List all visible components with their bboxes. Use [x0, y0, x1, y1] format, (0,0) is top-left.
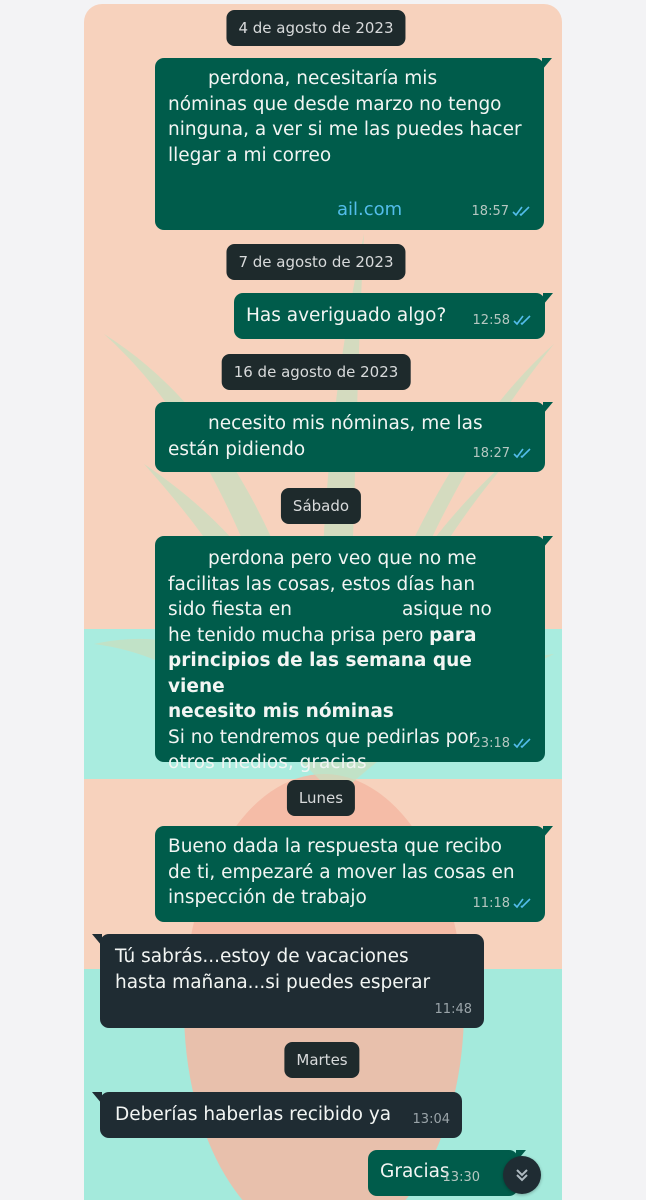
message-bubble-outgoing[interactable]: Bueno dada la respuesta que recibo de ti…: [155, 826, 553, 922]
date-chip: 4 de agosto de 2023: [226, 10, 406, 46]
message-time: 18:27: [473, 441, 533, 467]
message-bubble-outgoing[interactable]: necesito mis nóminas, me las están pidie…: [155, 402, 553, 472]
message-text: Deberías haberlas recibido ya: [115, 1104, 392, 1125]
email-link[interactable]: ail.com: [337, 197, 402, 223]
date-chip: Martes: [284, 1042, 360, 1078]
double-check-icon: [513, 448, 531, 459]
message-bubble-incoming[interactable]: Deberías haberlas recibido ya 13:04: [92, 1092, 462, 1138]
chat-area[interactable]: 4 de agosto de 2023 7 de agosto de 2023 …: [84, 4, 562, 1200]
date-chip: 7 de agosto de 2023: [226, 244, 406, 280]
double-check-icon: [513, 315, 531, 326]
message-time: 13:04: [412, 1111, 450, 1127]
date-chip: Lunes: [286, 780, 356, 816]
double-check-icon: [512, 206, 530, 217]
message-time: 18:57: [472, 199, 532, 225]
message-time: 23:18: [473, 731, 533, 757]
date-chip: Sábado: [280, 488, 362, 524]
message-text: Tú sabrás...estoy de vacaciones hasta ma…: [115, 946, 431, 993]
message-time: 12:58: [473, 308, 533, 334]
double-check-icon: [513, 738, 531, 749]
message-time: 11:18: [473, 891, 533, 917]
message-time: 11:48: [434, 1001, 472, 1017]
message-bubble-outgoing[interactable]: perdona, necesitaría mis nóminas que des…: [155, 58, 552, 230]
scroll-to-bottom-button[interactable]: [503, 1156, 541, 1194]
message-bubble-outgoing[interactable]: Has averiguado algo? 12:58: [234, 293, 553, 339]
chevron-double-down-icon: [516, 1169, 528, 1182]
message-text: perdona, necesitaría mis nóminas que des…: [168, 68, 522, 166]
message-bubble-incoming[interactable]: Tú sabrás...estoy de vacaciones hasta ma…: [92, 934, 484, 1028]
date-chip: 16 de agosto de 2023: [221, 354, 411, 390]
message-bubble-outgoing[interactable]: perdona pero veo que no me facilitas las…: [155, 536, 553, 773]
message-bubble-outgoing[interactable]: Gracias 13:30: [368, 1150, 526, 1196]
double-check-icon: [513, 898, 531, 909]
message-time: 13:30: [442, 1169, 480, 1185]
